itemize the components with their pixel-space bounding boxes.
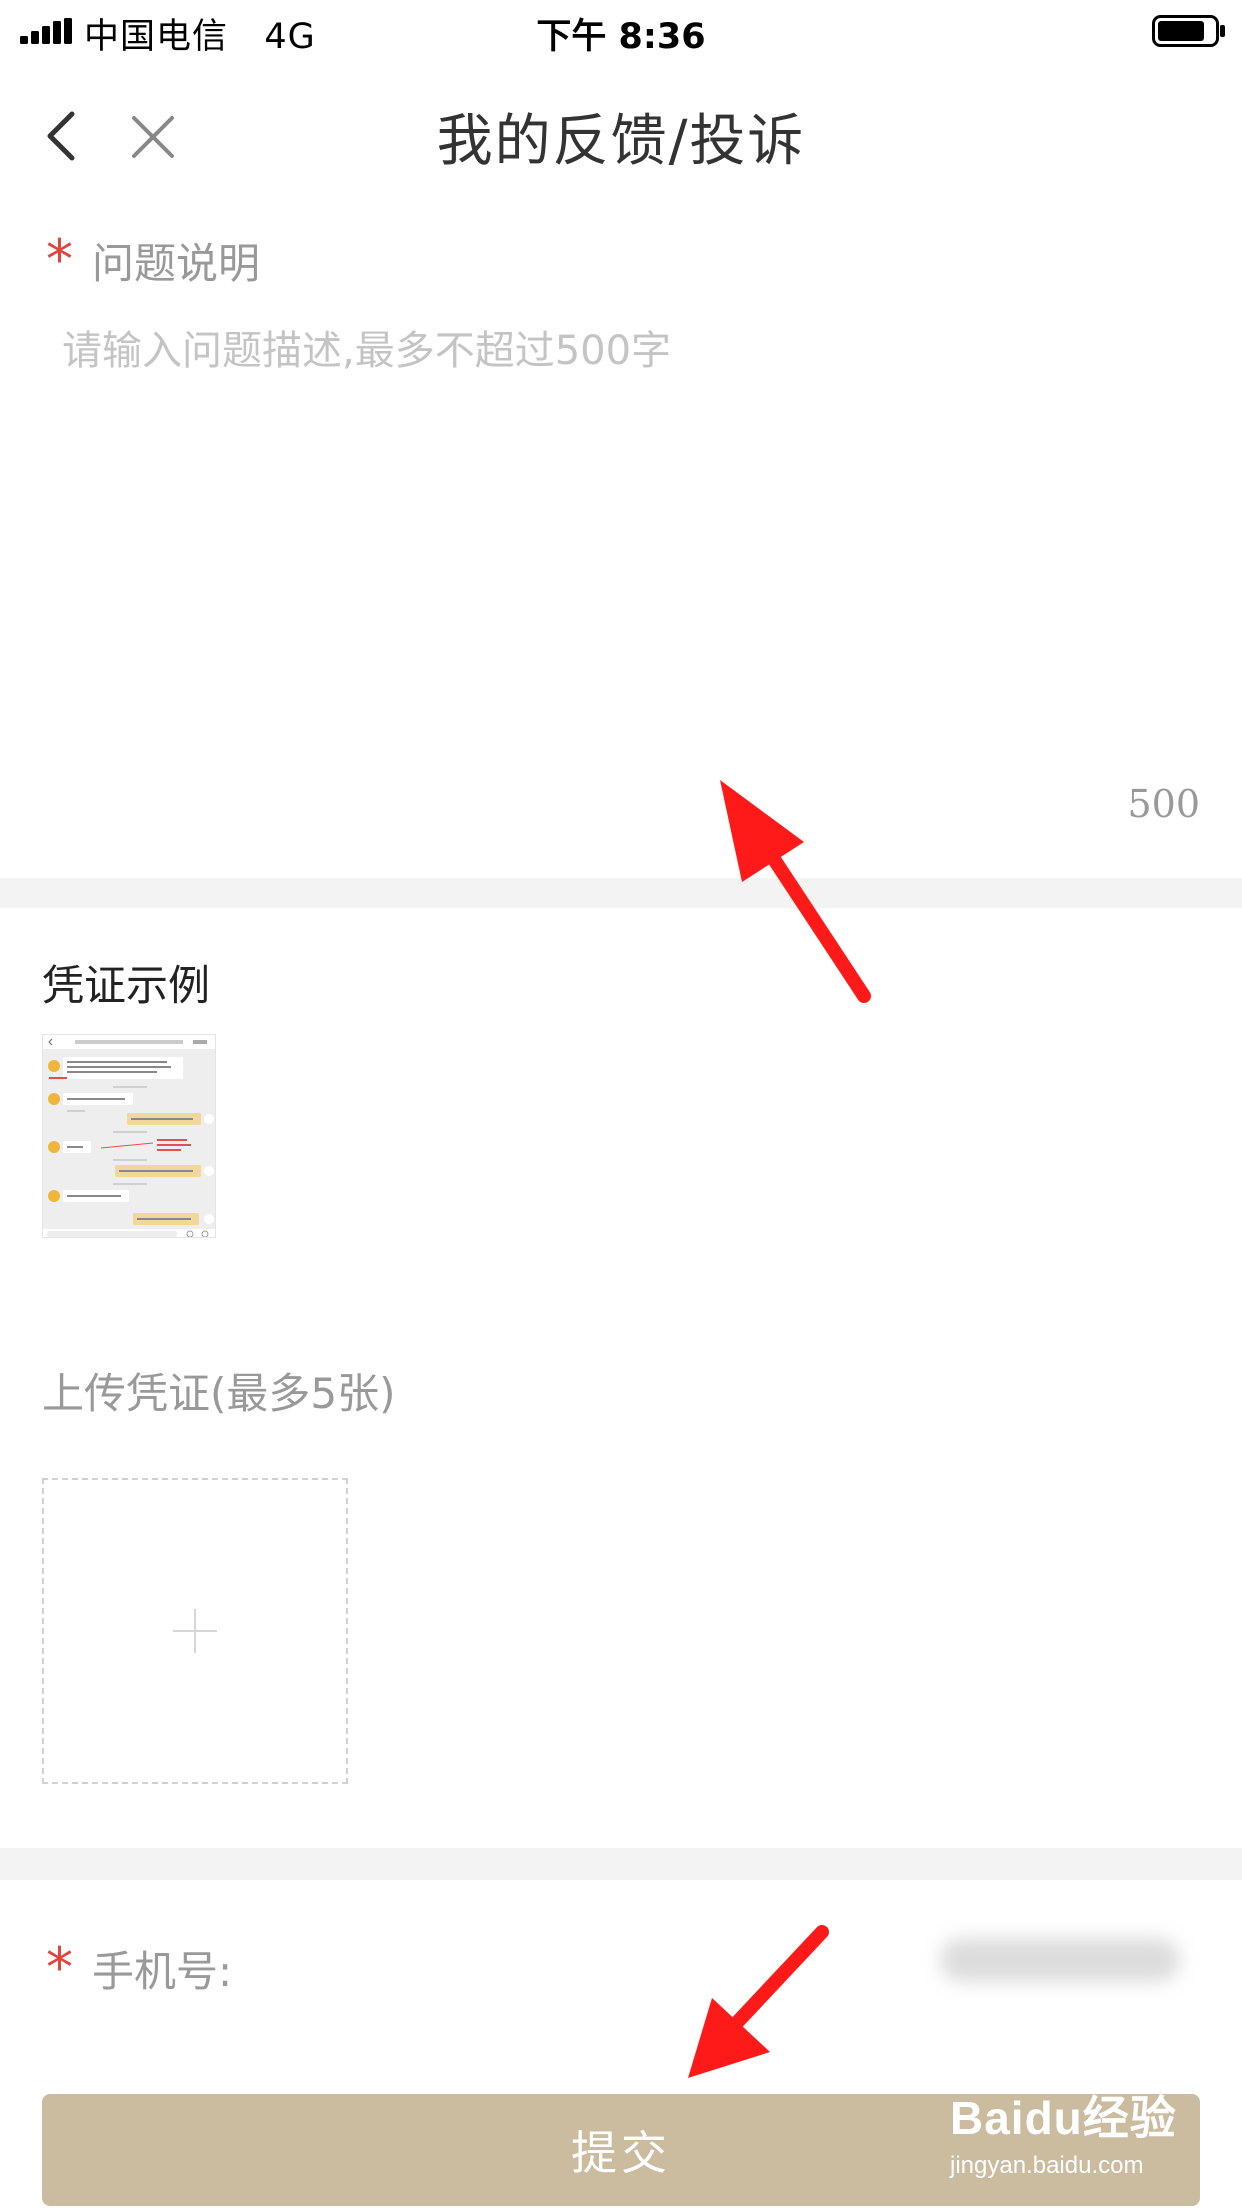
phone-number-input-redacted[interactable] xyxy=(940,1938,1180,1982)
evidence-example-image[interactable] xyxy=(42,1034,216,1238)
upload-image-button[interactable] xyxy=(42,1478,348,1784)
chat-screenshot-thumbnail xyxy=(43,1035,215,1237)
char-count: 500 xyxy=(1127,782,1200,826)
required-mark: * xyxy=(46,228,73,291)
battery-icon xyxy=(1152,15,1225,47)
page-title: 我的反馈/投诉 xyxy=(436,109,806,174)
problem-description-section: * 问题说明 500 xyxy=(0,210,1242,878)
phone-section: * 手机号: xyxy=(0,1880,1242,2048)
problem-description-input[interactable] xyxy=(62,318,1192,698)
phone-label: 手机号: xyxy=(92,1947,233,1996)
baidu-jingyan-watermark: Baidu经验 jingyan.baidu.com xyxy=(950,2082,1190,2182)
upload-evidence-label: 上传凭证(最多5张) xyxy=(42,1369,396,1418)
section-divider xyxy=(0,1848,1242,1880)
section-divider xyxy=(0,878,1242,908)
required-mark: * xyxy=(46,1936,73,1999)
evidence-section: 凭证示例 上传凭证(最多5张) xyxy=(0,908,1242,1848)
watermark-url: jingyan.baidu.com xyxy=(950,2152,1144,2179)
plus-icon xyxy=(173,1609,217,1653)
nav-bar: 我的反馈/投诉 xyxy=(0,62,1242,210)
status-bar: 中国电信 4G 下午 8:36 xyxy=(0,0,1242,62)
watermark-logo: Baidu经验 xyxy=(950,2092,1177,2144)
problem-description-label: 问题说明 xyxy=(92,239,261,288)
evidence-example-title: 凭证示例 xyxy=(42,961,211,1010)
status-time: 下午 8:36 xyxy=(536,17,706,57)
